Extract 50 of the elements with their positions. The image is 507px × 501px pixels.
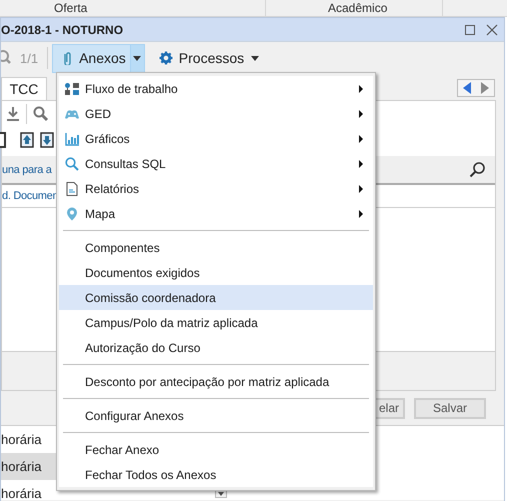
window-title: O-2018-1 - NOTURNO	[1, 22, 124, 36]
menu-item[interactable]: Fechar Anexo	[59, 437, 373, 462]
submenu-arrow-icon	[359, 210, 363, 218]
submenu-arrow-icon	[359, 110, 363, 118]
dialog-button[interactable]: Salvar	[414, 398, 486, 418]
submenu-arrow-icon	[359, 84, 363, 92]
gear-icon	[158, 51, 173, 65]
menu-item[interactable]: Comissão coordenadora	[59, 285, 373, 310]
record-counter: 1/1	[20, 50, 38, 66]
caret-icon[interactable]	[251, 56, 260, 60]
caret-icon[interactable]	[133, 56, 142, 60]
menu-item[interactable]: Mapa	[59, 201, 373, 226]
move-up-icon[interactable]	[20, 132, 34, 148]
list-item[interactable]: horária	[1, 453, 56, 480]
column-header[interactable]: Oferta	[54, 1, 88, 15]
menu-item[interactable]: Documentos exigidos	[59, 260, 373, 285]
download-icon[interactable]	[6, 106, 20, 122]
maximize-icon[interactable]	[464, 24, 476, 36]
document-icon	[65, 182, 79, 196]
menu-item[interactable]: Campus/Polo da matriz aplicada	[59, 310, 373, 335]
menu-item[interactable]: Fechar Todos os Anexos	[59, 462, 373, 487]
right-arrow-icon[interactable]	[481, 82, 489, 94]
column-header[interactable]: Acadêmico	[328, 1, 388, 15]
list-item[interactable]: horária	[1, 480, 56, 501]
toolbar-button[interactable]: Anexos	[53, 44, 130, 72]
submenu-arrow-icon	[359, 134, 363, 142]
bar-chart-icon	[65, 132, 79, 146]
menu-item[interactable]: Configurar Anexos	[59, 403, 373, 428]
submenu-arrow-icon	[359, 160, 363, 168]
group-hint: una para a	[2, 164, 52, 176]
menu-item[interactable]: GED	[59, 101, 373, 126]
search-icon	[1, 50, 11, 66]
workflow-icon	[65, 82, 79, 96]
list-item[interactable]: horária	[1, 426, 56, 453]
menu-item[interactable]: Desconto por antecipação por matriz aplicada	[59, 369, 373, 394]
tab[interactable]: TCC	[1, 77, 47, 100]
menu-item[interactable]: Fluxo de trabalho	[59, 76, 373, 101]
move-down-icon[interactable]	[40, 132, 54, 148]
menu-item[interactable]: Componentes	[59, 235, 373, 260]
menu-item[interactable]: Gráficos	[59, 126, 373, 151]
search-icon	[65, 157, 79, 171]
menu-item[interactable]: Autorização do Curso	[59, 335, 373, 360]
map-pin-icon	[65, 207, 79, 221]
menu-item[interactable]: Consultas SQL	[59, 151, 373, 176]
close-icon[interactable]	[486, 24, 498, 36]
search-icon[interactable]	[469, 162, 485, 178]
menu-item[interactable]: Relatórios	[59, 176, 373, 201]
left-arrow-icon[interactable]	[463, 82, 471, 94]
split-button[interactable]: Anexos	[52, 44, 145, 72]
submenu-arrow-icon	[359, 184, 363, 192]
